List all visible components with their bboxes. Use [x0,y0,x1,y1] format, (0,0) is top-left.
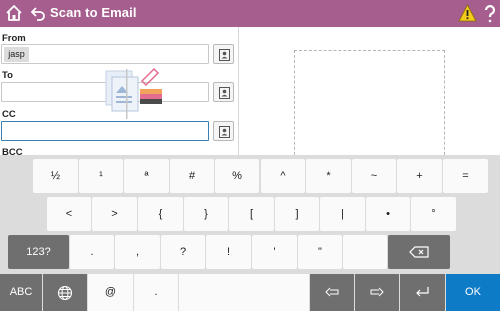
enter-icon [416,287,429,297]
ok-button[interactable]: OK [446,274,500,311]
key-ordinal[interactable]: ª [124,159,169,193]
address-book-icon [219,49,230,61]
key-open-bracket[interactable]: [ [229,197,274,231]
key-exclamation[interactable]: ! [206,235,251,269]
preview-frame [294,50,445,165]
key-symbols-mode[interactable]: 123? [8,235,69,269]
scan-preview-area [239,27,500,165]
to-label: To [2,70,13,81]
globe-icon [57,285,73,301]
key-blank[interactable] [343,235,387,269]
key-question[interactable]: ? [161,235,205,269]
warning-triangle-icon[interactable] [458,4,477,22]
arrow-left-icon [325,287,339,297]
key-abc-mode[interactable]: ABC [0,274,42,311]
key-comma[interactable]: , [115,235,160,269]
key-equals[interactable]: = [443,159,488,193]
cc-label: CC [2,109,16,120]
space-key[interactable] [179,274,309,311]
key-half[interactable]: ½ [33,159,78,193]
backspace-icon [409,246,429,258]
key-pipe[interactable]: | [320,197,365,231]
key-superscript-one[interactable]: ¹ [79,159,123,193]
key-bullet[interactable]: • [366,197,410,231]
key-tilde[interactable]: ~ [352,159,396,193]
key-asterisk[interactable]: * [306,159,351,193]
key-caret[interactable]: ^ [261,159,305,193]
key-degree[interactable]: ° [411,197,456,231]
key-greater-than[interactable]: > [92,197,137,231]
key-percent[interactable]: % [215,159,259,193]
key-close-bracket[interactable]: ] [275,197,319,231]
globe-key[interactable] [43,274,87,311]
cursor-left-key[interactable] [310,274,354,311]
back-arrow-icon[interactable] [30,4,46,22]
key-apostrophe[interactable]: ' [252,235,297,269]
from-address-book-button[interactable] [213,44,234,64]
key-period[interactable]: . [70,235,114,269]
help-icon[interactable] [482,4,498,23]
key-hash[interactable]: # [170,159,214,193]
to-address-book-button[interactable] [213,82,234,102]
key-open-brace[interactable]: { [138,197,183,231]
enter-key[interactable] [400,274,445,311]
arrow-right-icon [370,287,384,297]
from-chip[interactable]: jasp [4,47,29,62]
page-title: Scan to Email [50,5,137,20]
key-less-than[interactable]: < [47,197,91,231]
key-quote[interactable]: " [298,235,342,269]
cursor-right-key[interactable] [355,274,399,311]
key-dot[interactable]: . [134,274,178,311]
address-book-icon [219,126,230,138]
home-icon[interactable] [4,3,24,23]
key-at[interactable]: @ [88,274,133,311]
backspace-key[interactable] [388,235,450,269]
key-plus[interactable]: + [397,159,442,193]
title-bar: Scan to Email [0,0,500,27]
document-preview-icon [105,67,162,119]
from-label: From [2,33,26,44]
on-screen-keyboard: ½ ¹ ª # % ^ * ~ + = < > { } [ ] | • ° 12… [0,155,500,311]
address-book-icon [219,87,230,99]
cc-address-book-button[interactable] [213,121,234,141]
key-close-brace[interactable]: } [184,197,228,231]
